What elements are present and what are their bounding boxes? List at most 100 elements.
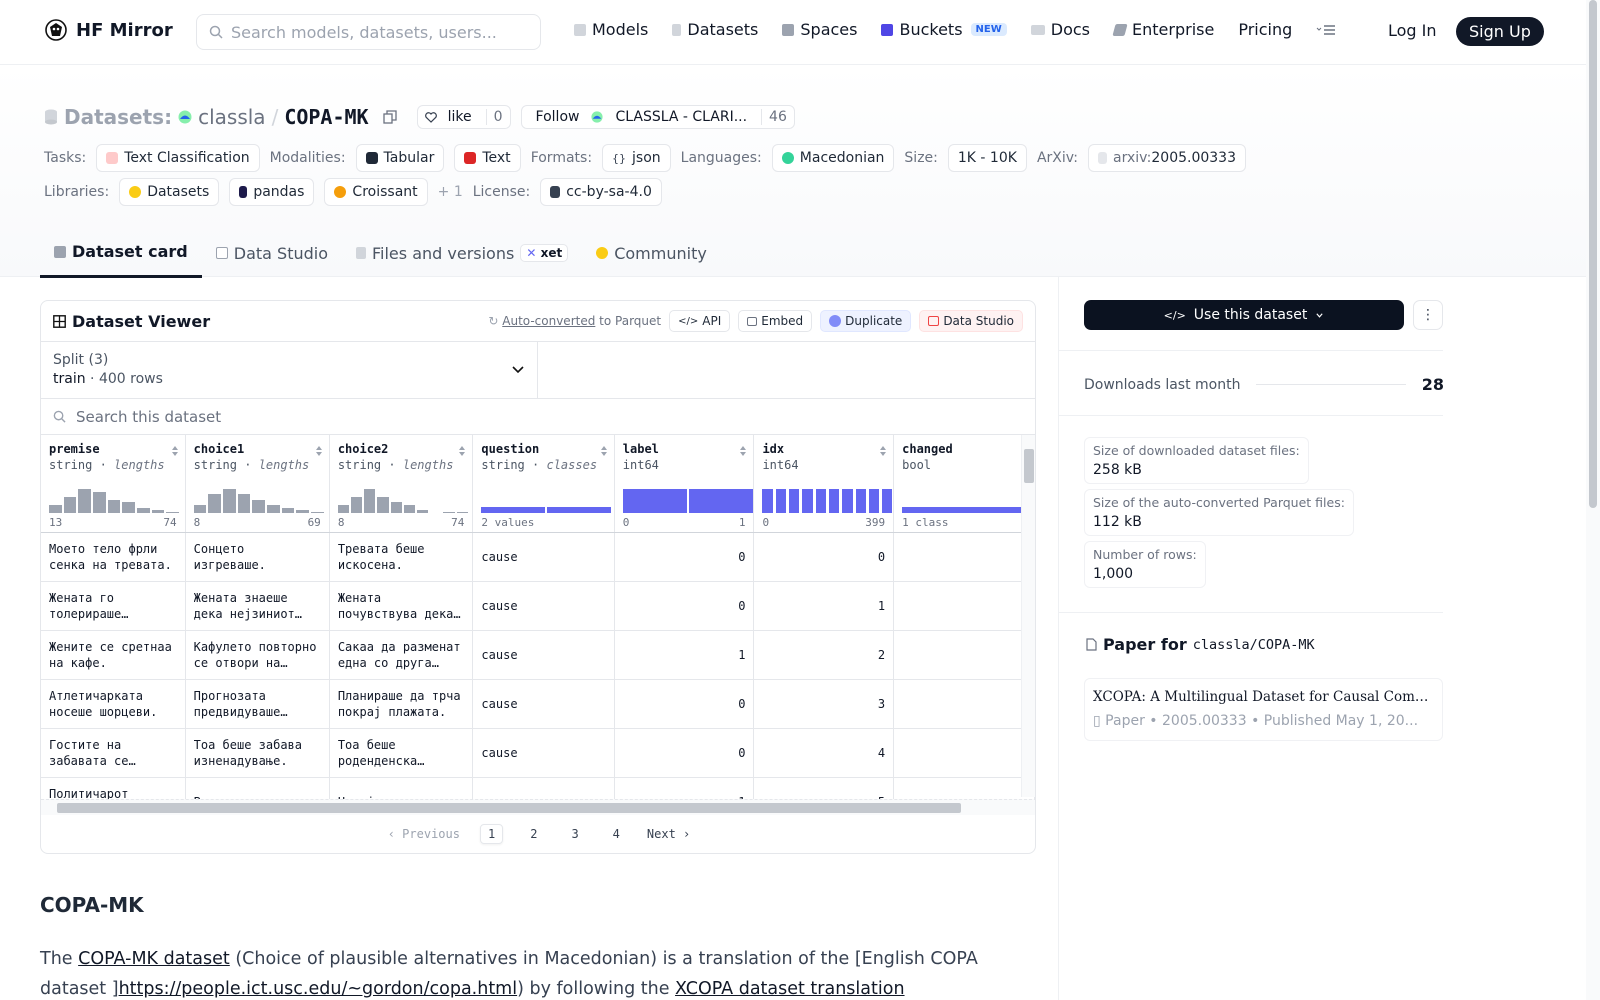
api-button[interactable]: </> API <box>669 310 731 332</box>
table-cell[interactable]: cause <box>472 728 615 778</box>
nav-datasets[interactable]: Datasets <box>672 20 758 39</box>
table-cell[interactable]: Тоа беше забава изненадување. <box>185 728 330 778</box>
table-cell[interactable]: Жените се сретнаа на кафе. <box>41 630 186 680</box>
like-button[interactable]: like 0 <box>416 105 511 129</box>
scroll-thumb[interactable] <box>1589 0 1597 508</box>
table-cell[interactable]: 1 <box>614 630 755 680</box>
table-cell[interactable]: Кафулето повторно се отвори на нова… <box>185 630 330 680</box>
breadcrumb-repo[interactable]: COPA-MK <box>284 105 368 129</box>
table-cell[interactable]: 0 <box>614 532 755 582</box>
table-cell[interactable]: 4 <box>753 728 895 778</box>
nav-buckets[interactable]: Buckets NEW <box>881 20 1007 39</box>
signup-button[interactable]: Sign Up <box>1456 17 1544 46</box>
tag-pandas[interactable]: pandas <box>229 178 315 206</box>
tab-data-studio[interactable]: Data Studio <box>202 238 342 278</box>
table-cell[interactable]: 0 <box>614 581 755 631</box>
sort-icon[interactable] <box>600 445 608 457</box>
horizontal-scrollbar[interactable] <box>41 799 1035 815</box>
dataset-search[interactable] <box>41 399 1035 435</box>
nav-pricing[interactable]: Pricing <box>1238 20 1292 39</box>
copy-icon[interactable] <box>382 110 397 124</box>
table-cell[interactable]: Сакаа да разменат една со друга што… <box>329 630 474 680</box>
nav-spaces[interactable]: Spaces <box>782 20 857 39</box>
page-3[interactable]: 3 <box>564 825 585 843</box>
table-cell[interactable]: Тоа беше роденденска… <box>329 728 474 778</box>
page-2[interactable]: 2 <box>523 825 544 843</box>
embed-button[interactable]: Embed <box>738 310 813 332</box>
nav-more-menu[interactable] <box>1316 24 1336 36</box>
libraries-more[interactable]: + 1 <box>438 184 463 200</box>
tag-text-classification[interactable]: Text Classification <box>96 144 260 172</box>
page-1[interactable]: 1 <box>479 824 504 844</box>
paper-card[interactable]: XCOPA: A Multilingual Dataset for Causal… <box>1084 678 1443 741</box>
tag-text[interactable]: Text <box>454 144 521 172</box>
tag-datasets-lib[interactable]: Datasets <box>119 178 220 206</box>
table-cell[interactable]: Жената почувствува дека нејзиниот… <box>329 581 474 631</box>
table-cell[interactable]: Планираше да трча покрај плажата. <box>329 679 474 729</box>
xcopa-link[interactable]: XCOPA dataset translation <box>675 979 905 999</box>
table-row[interactable]: Атлетичарката носеше шорцеви. Прогнозата … <box>41 679 1035 729</box>
table-row[interactable]: Гостите на забавата се… Тоа беше забава и… <box>41 728 1035 778</box>
column-header-3[interactable]: question string · classes 2 values <box>472 435 615 533</box>
sort-icon[interactable] <box>458 445 466 457</box>
tag-macedonian[interactable]: Macedonian <box>771 144 895 172</box>
table-cell[interactable] <box>893 630 1035 680</box>
copa-mk-link[interactable]: COPA-MK dataset <box>78 949 230 969</box>
paper-title[interactable]: XCOPA: A Multilingual Dataset for Causal… <box>1093 689 1434 705</box>
table-cell[interactable]: Гостите на забавата се… <box>41 728 186 778</box>
global-search[interactable] <box>196 14 541 50</box>
copa-url-link[interactable]: https://people.ict.usc.edu/~gordon/copa.… <box>119 979 518 999</box>
table-cell[interactable]: Моето тело фрли сенка на тревата. <box>41 532 186 582</box>
sort-icon[interactable] <box>739 445 747 457</box>
tag-size[interactable]: 1K - 10K <box>947 144 1027 172</box>
table-cell[interactable]: cause <box>472 532 615 582</box>
sort-icon[interactable] <box>879 445 887 457</box>
table-cell[interactable]: 0 <box>614 728 755 778</box>
table-cell[interactable] <box>893 679 1035 729</box>
table-cell[interactable]: cause <box>472 679 615 729</box>
nav-docs[interactable]: Docs <box>1030 20 1090 39</box>
column-header-4[interactable]: label int64 0 1 <box>614 435 755 533</box>
table-cell[interactable]: cause <box>472 581 615 631</box>
use-dataset-button[interactable]: </> Use this dataset <box>1084 300 1404 330</box>
dataset-search-input[interactable] <box>76 407 676 426</box>
nav-models[interactable]: Models <box>574 20 648 39</box>
table-row[interactable]: Моето тело фрли сенка на тревата. Сонцето… <box>41 532 1035 582</box>
table-cell[interactable]: Тревата беше искосена. <box>329 532 474 582</box>
table-cell[interactable]: Жената го толерираше… <box>41 581 186 631</box>
tag-license[interactable]: cc-by-sa-4.0 <box>540 178 662 206</box>
page-4[interactable]: 4 <box>606 825 627 843</box>
duplicate-button[interactable]: Duplicate <box>820 310 912 332</box>
table-row[interactable]: Жената го толерираше… Жената знаеше дека … <box>41 581 1035 631</box>
table-cell[interactable]: Прогнозата предвидуваше… <box>185 679 330 729</box>
column-header-6[interactable]: changed bool 1 class <box>893 435 1035 533</box>
table-cell[interactable]: cause <box>472 630 615 680</box>
tag-tabular[interactable]: Tabular <box>355 144 445 172</box>
tab-community[interactable]: Community <box>582 238 721 278</box>
column-header-2[interactable]: choice2 string · lengths 8 74 <box>329 435 474 533</box>
autoconv-link[interactable]: Auto-converted <box>502 314 595 328</box>
more-options-button[interactable]: ⋮ <box>1413 300 1443 330</box>
table-cell[interactable] <box>893 532 1035 582</box>
tag-arxiv[interactable]: arxiv:2005.00333 <box>1088 144 1246 172</box>
global-search-input[interactable] <box>231 22 521 42</box>
table-cell[interactable] <box>893 728 1035 778</box>
login-link[interactable]: Log In <box>1388 21 1437 40</box>
sort-icon[interactable] <box>171 445 179 457</box>
scroll-thumb[interactable] <box>57 803 961 813</box>
sort-icon[interactable] <box>315 445 323 457</box>
tag-croissant[interactable]: Croissant <box>324 178 428 206</box>
column-header-0[interactable]: premise string · lengths 13 74 <box>41 435 186 533</box>
scroll-thumb[interactable] <box>1024 449 1034 483</box>
column-header-1[interactable]: choice1 string · lengths 8 69 <box>185 435 330 533</box>
previous-page[interactable]: ‹ Previous <box>388 827 460 841</box>
table-cell[interactable]: 1 <box>753 581 895 631</box>
table-cell[interactable]: 3 <box>753 679 895 729</box>
tab-files[interactable]: Files and versions ✕ xet <box>342 238 582 278</box>
nav-enterprise[interactable]: Enterprise <box>1112 20 1214 39</box>
follow-button[interactable]: Follow CLASSLA - CLARI... 46 <box>520 105 795 129</box>
page-scrollbar[interactable] <box>1586 0 1600 1000</box>
breadcrumb-user[interactable]: classla <box>198 105 265 129</box>
brand[interactable]: HF Mirror <box>44 18 173 42</box>
data-studio-button[interactable]: Data Studio <box>919 310 1023 332</box>
